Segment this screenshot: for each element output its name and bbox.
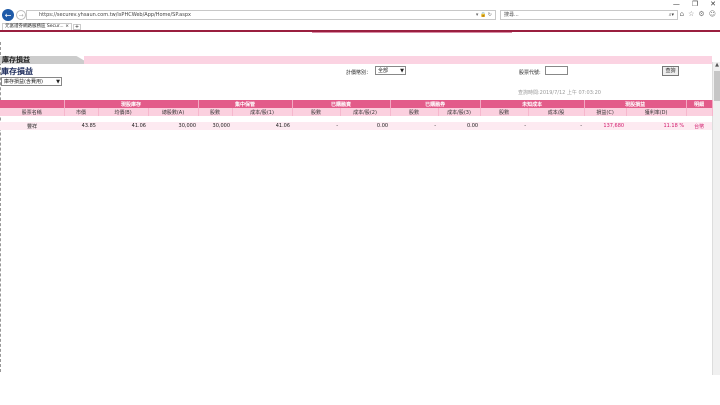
- back-button[interactable]: ←: [2, 9, 14, 21]
- stock-name: 豐祥: [0, 122, 64, 130]
- profit-loss: 137,680: [584, 122, 627, 130]
- group-header: 已購融資: [292, 100, 391, 108]
- left-dashed-border: [0, 42, 1, 372]
- col-header: 成本/股(1): [232, 108, 293, 116]
- scroll-up-icon[interactable]: ▲: [713, 62, 720, 70]
- col-header: 股數: [292, 108, 341, 116]
- page-title: 庫存損益: [1, 66, 33, 76]
- custody-cost: 41.06: [232, 122, 293, 130]
- search-icon[interactable]: ⌕▾: [669, 11, 674, 20]
- lock-refresh-icons[interactable]: ▾ 🔒 ↻: [476, 11, 492, 20]
- star-icon[interactable]: ☆: [688, 10, 694, 18]
- query-time: 查詢時間:2019/7/12 上午 07:03:20: [518, 90, 601, 96]
- top-banner-accent: [312, 32, 512, 33]
- currency-label: 計價幣別：: [346, 70, 372, 76]
- tab-bar: 元富證券網路服務區 Secur... × +: [0, 22, 720, 30]
- col-header: 損益(C): [584, 108, 627, 116]
- margin-cost: 0.00: [340, 122, 391, 130]
- group-header: 現股損益: [584, 100, 687, 108]
- tab-label: 元富證券網路服務區 Secur...: [5, 24, 64, 29]
- currency-select[interactable]: 全部 ▼: [375, 66, 406, 75]
- query-button[interactable]: 查詢: [662, 66, 679, 76]
- group-header: 明細: [686, 100, 713, 108]
- page-content: [0, 30, 720, 405]
- stock-code-input[interactable]: [545, 66, 568, 75]
- scroll-thumb[interactable]: [714, 71, 720, 101]
- group-header: [0, 100, 65, 108]
- currency-value: 全部: [378, 68, 389, 74]
- col-header: 股數: [390, 108, 439, 116]
- col-header: 股數: [198, 108, 233, 116]
- short-shares: -: [390, 122, 439, 130]
- group-header: 現股庫存: [64, 100, 199, 108]
- avg-price: 41.06: [98, 122, 148, 130]
- col-header: 成本/股(3): [438, 108, 481, 116]
- unknown-cost: -: [528, 122, 585, 130]
- detail-link[interactable]: 台幣: [686, 122, 713, 130]
- group-header: 未知成本: [480, 100, 585, 108]
- arrow-right-icon: →: [18, 11, 24, 19]
- search-box[interactable]: 搜尋... ⌕▾: [500, 10, 678, 20]
- group-header: 集中保管: [198, 100, 293, 108]
- inventory-table: 現股庫存 集中保管 已購融資 已購融券 未知成本 現股損益 明細 股票名稱 市價…: [0, 100, 713, 130]
- col-header: 成本/股: [528, 108, 585, 116]
- col-header: 成本/股(2): [340, 108, 391, 116]
- chevron-down-icon: ▼: [56, 79, 60, 85]
- forward-button[interactable]: →: [16, 10, 26, 20]
- address-url: https://securev.yhsaun.com.tw/isPHCWeb/A…: [39, 12, 191, 18]
- profit-type-select[interactable]: 庫存損益(含費用) ▼: [1, 77, 62, 86]
- market-price: 43.85: [64, 122, 98, 130]
- table-row: 豐祥 43.85 41.06 30,000 30,000 41.06 - 0.0…: [0, 122, 713, 130]
- browser-navbar: ← → https://securev.yhsaun.com.tw/isPHCW…: [0, 8, 720, 22]
- minimize-button[interactable]: —: [673, 0, 680, 8]
- col-header: [686, 108, 713, 116]
- col-header: 股數: [480, 108, 529, 116]
- vertical-scrollbar[interactable]: ▲: [712, 62, 720, 375]
- profit-rate: 11.18 %: [626, 122, 687, 130]
- group-header: 已購融券: [390, 100, 481, 108]
- search-placeholder: 搜尋...: [504, 12, 519, 18]
- col-header: 股票名稱: [0, 108, 65, 116]
- sub-header-row: 股票名稱 市價 均價(B) 總股數(A) 股數 成本/股(1) 股數 成本/股(…: [0, 108, 713, 116]
- chevron-down-icon: ▼: [400, 68, 404, 74]
- custody-shares: 30,000: [198, 122, 233, 130]
- smiley-icon[interactable]: ☺: [709, 10, 716, 18]
- home-icon[interactable]: ⌂: [680, 10, 684, 18]
- col-header: 總股數(A): [148, 108, 199, 116]
- section-label: 庫存損益: [2, 55, 30, 64]
- arrow-left-icon: ←: [4, 10, 12, 20]
- col-header: 均價(B): [98, 108, 149, 116]
- gear-icon[interactable]: ⚙: [698, 10, 704, 18]
- short-cost: 0.00: [438, 122, 481, 130]
- close-window-button[interactable]: ✕: [710, 0, 716, 8]
- profit-type-value: 庫存損益(含費用): [4, 79, 43, 85]
- unknown-shares: -: [480, 122, 529, 130]
- total-shares: 30,000: [148, 122, 199, 130]
- maximize-button[interactable]: ❐: [692, 0, 698, 8]
- col-header: 市價: [64, 108, 99, 116]
- col-header: 獲利率(D): [626, 108, 687, 116]
- stock-code-label: 股票代號:: [519, 70, 541, 76]
- address-bar[interactable]: https://securev.yhsaun.com.tw/isPHCWeb/A…: [26, 10, 496, 20]
- margin-shares: -: [292, 122, 341, 130]
- group-header-row: 現股庫存 集中保管 已購融資 已購融券 未知成本 現股損益 明細: [0, 100, 713, 108]
- window-titlebar: — ❐ ✕: [0, 0, 720, 8]
- browser-tab[interactable]: 元富證券網路服務區 Secur... ×: [2, 23, 72, 30]
- section-header: 庫存損益: [0, 56, 712, 64]
